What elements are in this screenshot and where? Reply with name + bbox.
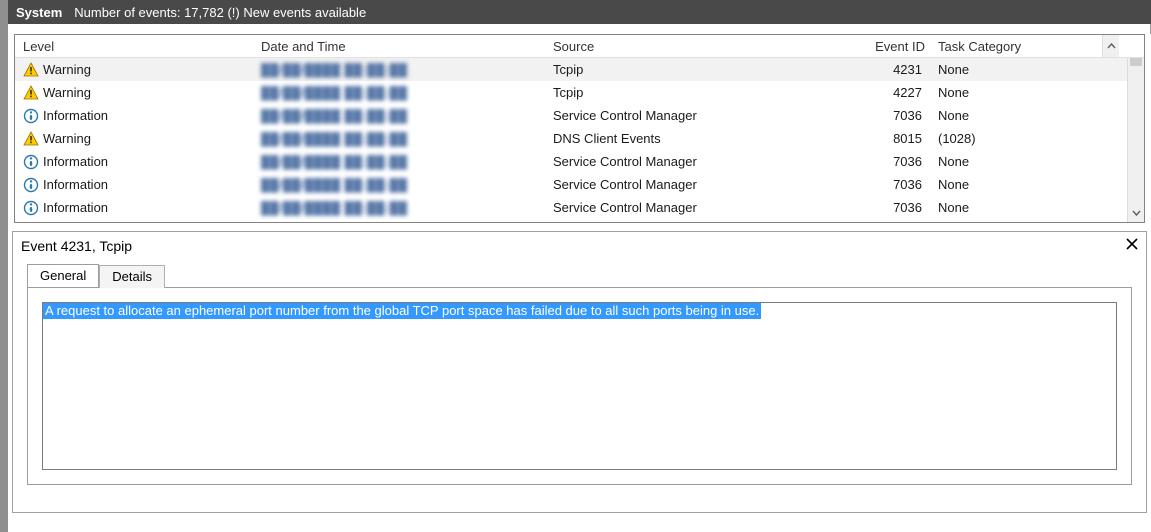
close-button[interactable] [1126, 238, 1138, 254]
tab-content-general: A request to allocate an ephemeral port … [27, 287, 1132, 485]
cell-level: Warning [43, 62, 91, 77]
information-icon [23, 108, 39, 124]
warning-icon [23, 131, 39, 147]
cell-eventid: 4231 [842, 62, 932, 77]
event-detail-panel: Event 4231, Tcpip General Details A requ… [12, 231, 1147, 513]
grid-header-row: Level Date and Time Source Event ID Task… [15, 35, 1144, 58]
cell-task: None [932, 85, 1102, 100]
column-header-datetime[interactable]: Date and Time [253, 39, 545, 54]
scroll-down-button[interactable] [1128, 205, 1144, 222]
cell-source: DNS Client Events [545, 131, 842, 146]
tab-general[interactable]: General [27, 264, 99, 287]
information-icon [23, 108, 39, 124]
scroll-up-button[interactable] [1102, 35, 1119, 57]
cell-task: None [932, 177, 1102, 192]
table-row[interactable]: Information ██/██/████ ██:██:██ Service Co… [15, 104, 1127, 127]
cell-eventid: 7036 [842, 154, 932, 169]
information-icon [23, 177, 39, 193]
cell-eventid: 7036 [842, 200, 932, 215]
cell-datetime: ██/██/████ ██:██:██ [261, 63, 408, 77]
information-icon [23, 154, 39, 170]
event-message-text: A request to allocate an ephemeral port … [43, 302, 761, 319]
cell-task: None [932, 62, 1102, 77]
cell-eventid: 8015 [842, 131, 932, 146]
warning-icon [23, 131, 39, 147]
cell-source: Service Control Manager [545, 108, 842, 123]
cell-level: Information [43, 154, 108, 169]
cell-task: None [932, 154, 1102, 169]
cell-datetime: ██/██/████ ██:██:██ [261, 109, 408, 123]
warning-icon [23, 62, 39, 78]
table-row[interactable]: Information ██/██/████ ██:██:██ Service Co… [15, 196, 1127, 219]
tab-details[interactable]: Details [99, 265, 165, 288]
cell-level: Information [43, 177, 108, 192]
information-icon [23, 154, 39, 170]
cell-datetime: ██/██/████ ██:██:██ [261, 155, 408, 169]
warning-icon [23, 85, 39, 101]
detail-tabs: General Details [13, 264, 1146, 287]
cell-datetime: ██/██/████ ██:██:██ [261, 132, 408, 146]
column-header-task[interactable]: Task Category [932, 39, 1102, 54]
vertical-scrollbar[interactable] [1127, 58, 1144, 222]
cell-source: Tcpip [545, 85, 842, 100]
cell-level: Information [43, 200, 108, 215]
table-row[interactable]: Warning ██/██/████ ██:██:██ DNS Client Eve… [15, 127, 1127, 150]
warning-icon [23, 62, 39, 78]
cell-source: Service Control Manager [545, 154, 842, 169]
information-icon [23, 200, 39, 216]
event-grid: Level Date and Time Source Event ID Task… [14, 34, 1145, 223]
cell-eventid: 7036 [842, 108, 932, 123]
chevron-down-icon [1132, 209, 1141, 218]
cell-task: (1028) [932, 131, 1102, 146]
header-bar: System Number of events: 17,782 (!) New … [8, 0, 1151, 24]
table-row[interactable]: Information ██/██/████ ██:██:██ Service Co… [15, 150, 1127, 173]
cell-source: Service Control Manager [545, 200, 842, 215]
header-title: System [16, 5, 62, 20]
column-header-eventid[interactable]: Event ID [842, 39, 932, 54]
cell-source: Tcpip [545, 62, 842, 77]
cell-eventid: 4227 [842, 85, 932, 100]
chevron-up-icon [1107, 42, 1116, 51]
cell-task: None [932, 200, 1102, 215]
close-icon [1126, 238, 1138, 250]
cell-eventid: 7036 [842, 177, 932, 192]
cell-datetime: ██/██/████ ██:██:██ [261, 86, 408, 100]
cell-datetime: ██/██/████ ██:██:██ [261, 178, 408, 192]
information-icon [23, 200, 39, 216]
cell-task: None [932, 108, 1102, 123]
event-message-box[interactable]: A request to allocate an ephemeral port … [42, 302, 1117, 470]
cell-level: Warning [43, 85, 91, 100]
table-row[interactable]: Information ██/██/████ ██:██:██ Service Co… [15, 173, 1127, 196]
cell-level: Warning [43, 131, 91, 146]
table-row[interactable]: Warning ██/██/████ ██:██:██ Tcpip4231None [15, 58, 1127, 81]
table-row[interactable]: Warning ██/██/████ ██:██:██ Tcpip4227None [15, 81, 1127, 104]
header-status: Number of events: 17,782 (!) New events … [74, 5, 366, 20]
information-icon [23, 177, 39, 193]
cell-datetime: ██/██/████ ██:██:██ [261, 201, 408, 215]
cell-source: Service Control Manager [545, 177, 842, 192]
scrollbar-thumb[interactable] [1130, 58, 1142, 66]
warning-icon [23, 85, 39, 101]
cell-level: Information [43, 108, 108, 123]
column-header-level[interactable]: Level [15, 39, 253, 54]
detail-title: Event 4231, Tcpip [21, 238, 132, 254]
column-header-source[interactable]: Source [545, 39, 842, 54]
